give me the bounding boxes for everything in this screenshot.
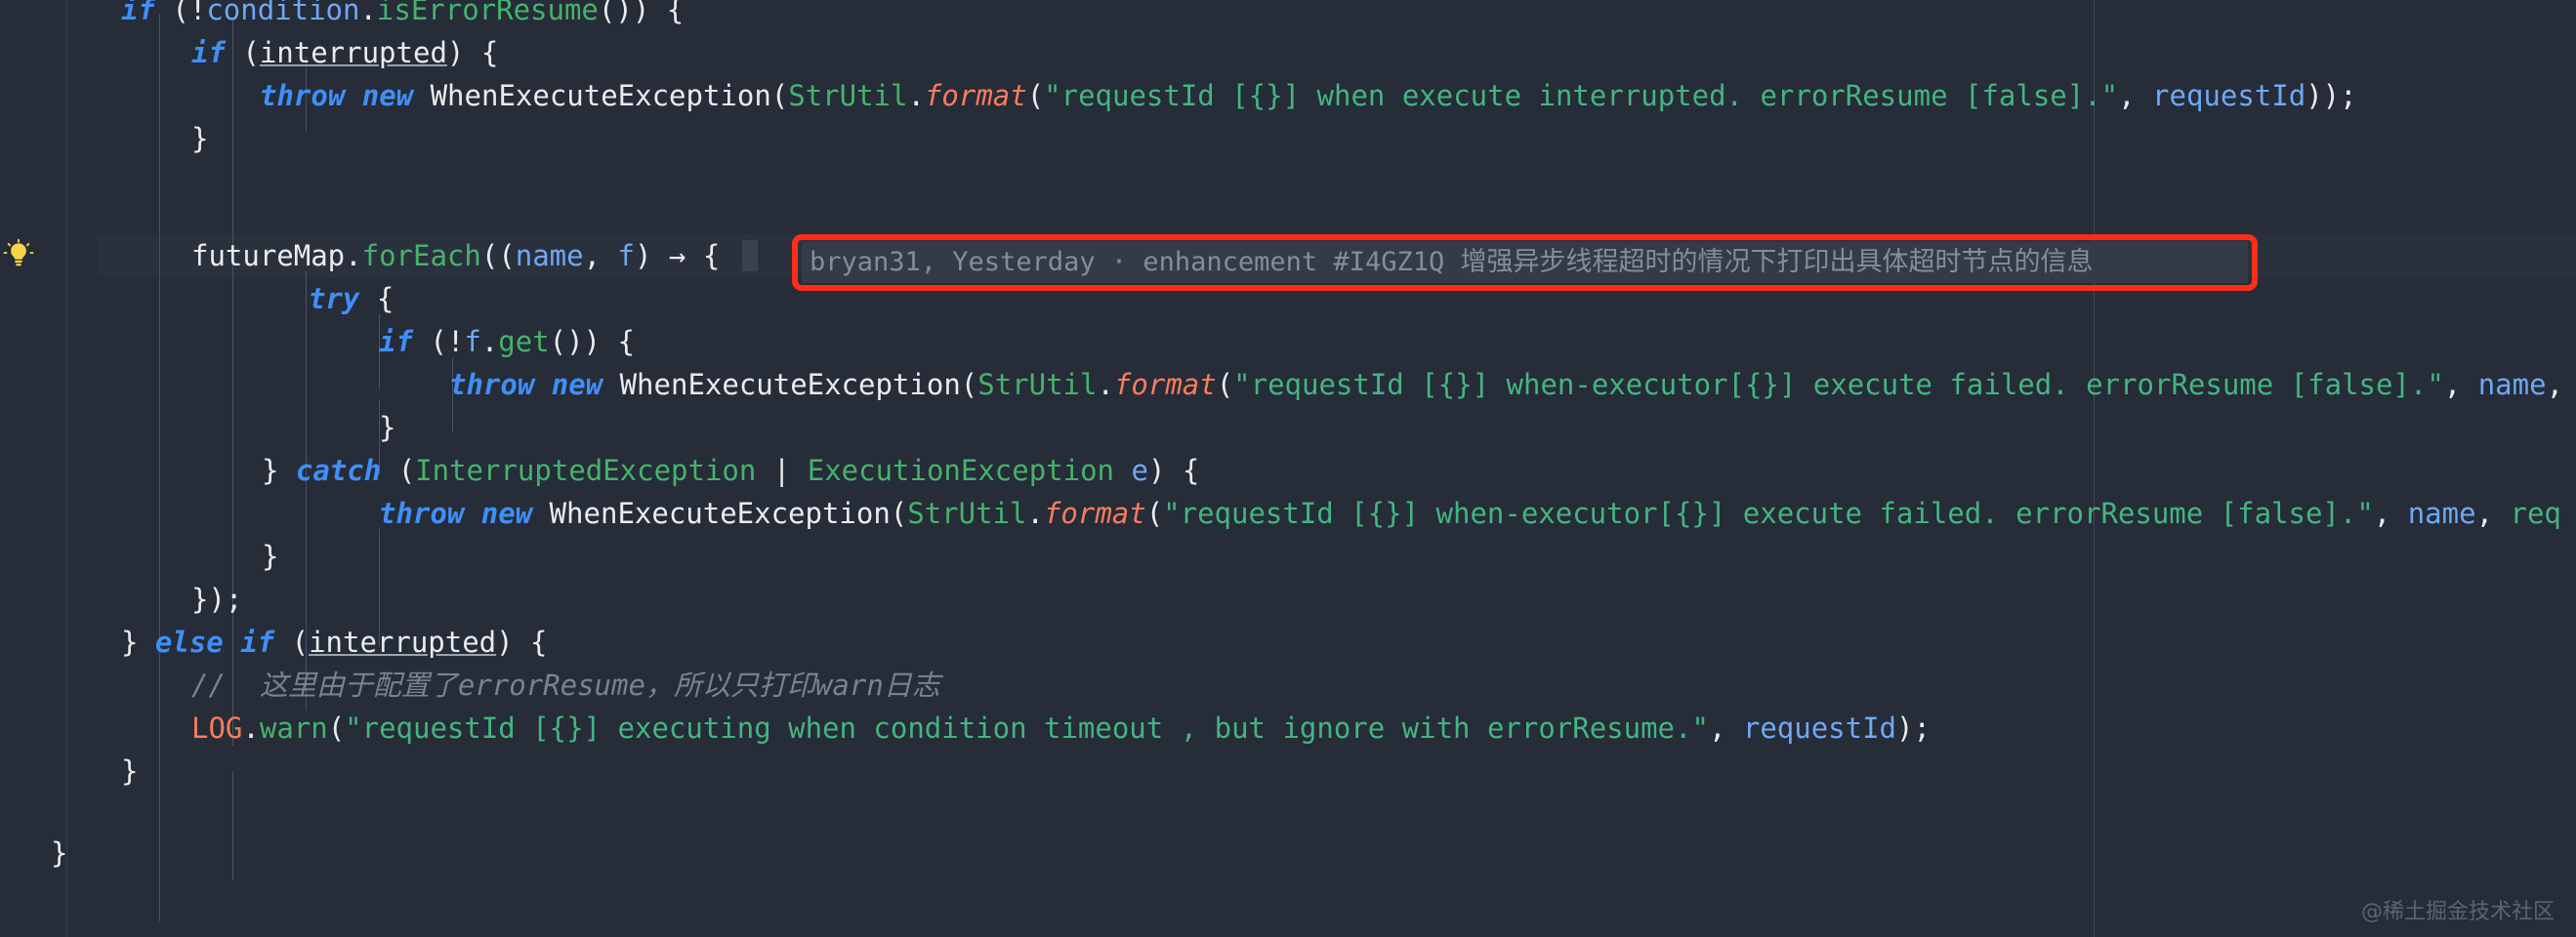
lightbulb-icon[interactable] [2, 238, 35, 271]
code-text-area[interactable]: if (!condition.isErrorResume()) { if (in… [0, 0, 2576, 937]
watermark-label: @稀土掘金技术社区 [2360, 900, 2555, 924]
code-line[interactable]: throw new WhenExecuteException(StrUtil.f… [260, 74, 2357, 117]
code-line[interactable]: }); [191, 578, 242, 621]
code-line[interactable]: } [379, 406, 395, 449]
code-line[interactable]: futureMap.forEach((name, f) → { [191, 234, 720, 277]
code-line[interactable]: } [51, 832, 67, 875]
code-line[interactable]: throw new WhenExecuteException(StrUtil.f… [449, 363, 2563, 406]
code-line[interactable]: if (!f.get()) { [379, 320, 635, 363]
code-line[interactable]: // 这里由于配置了errorResume，所以只打印warn日志 [191, 664, 940, 707]
code-line[interactable]: } else if (interrupted) { [121, 621, 548, 664]
code-line[interactable]: } [121, 750, 138, 793]
vcs-annotation-hint[interactable]: bryan31, Yesterday · enhancement #I4GZ1Q… [802, 242, 2248, 283]
vcs-inline-annotation-callout: bryan31, Yesterday · enhancement #I4GZ1Q… [792, 234, 2258, 291]
code-line[interactable]: LOG.warn("requestId [{}] executing when … [191, 707, 1931, 750]
code-line[interactable]: } catch (InterruptedException | Executio… [262, 449, 1199, 492]
code-line[interactable]: if (interrupted) { [191, 31, 498, 74]
red-highlight-box: bryan31, Yesterday · enhancement #I4GZ1Q… [792, 234, 2258, 291]
vcs-annotation-text: bryan31, Yesterday · enhancement #I4GZ1Q… [810, 247, 2094, 277]
code-line[interactable]: try { [309, 277, 394, 320]
code-line[interactable]: throw new WhenExecuteException(StrUtil.f… [379, 492, 2561, 535]
code-line[interactable]: if (!condition.isErrorResume()) { [121, 0, 684, 31]
code-line[interactable]: } [262, 535, 278, 578]
code-line[interactable]: } [191, 117, 208, 160]
code-editor-window: if (!condition.isErrorResume()) { if (in… [0, 0, 2576, 937]
